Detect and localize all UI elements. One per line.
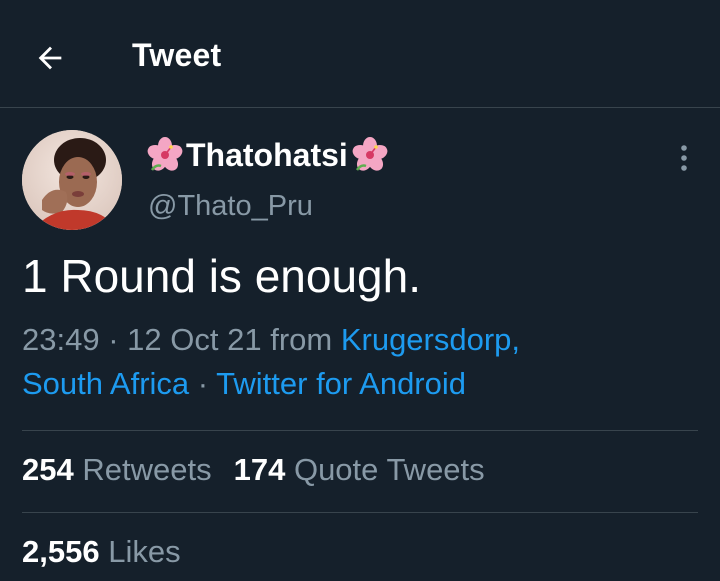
location-link-line2[interactable]: South Africa [22, 366, 189, 401]
author-name-row[interactable]: Thatohatsi [146, 136, 389, 174]
source-link[interactable]: Twitter for Android [216, 366, 466, 401]
page-title: Tweet [132, 37, 222, 73]
arrow-left-icon [33, 41, 67, 80]
stats-row-retweets: 254 Retweets 174 Quote Tweets [22, 452, 485, 488]
stats-row-likes: 2,556 Likes [22, 534, 181, 570]
tweet-date[interactable]: 12 Oct 21 [127, 322, 261, 357]
location-link-line1[interactable]: Krugersdorp, [341, 322, 520, 357]
tweet-time[interactable]: 23:49 [22, 322, 100, 357]
tweet-text: 1 Round is enough. [22, 250, 421, 302]
tweet-meta: 23:49 · 12 Oct 21 from Krugersdorp, Sout… [22, 318, 702, 406]
likes-stat[interactable]: 2,556 Likes [22, 534, 181, 569]
separator: · [197, 366, 209, 401]
more-vertical-icon [679, 143, 689, 178]
divider [22, 430, 698, 431]
retweets-stat[interactable]: 254 Retweets [22, 452, 212, 487]
avatar[interactable] [22, 130, 122, 230]
divider [22, 512, 698, 513]
hibiscus-icon [146, 136, 184, 174]
author-handle[interactable]: @Thato_Pru [148, 190, 313, 223]
top-bar: Tweet [0, 0, 720, 108]
retweets-count: 254 [22, 452, 74, 487]
quote-tweets-stat[interactable]: 174 Quote Tweets [234, 452, 485, 487]
retweets-label: Retweets [82, 452, 212, 487]
author-name: Thatohatsi [186, 136, 348, 173]
likes-count: 2,556 [22, 534, 100, 569]
hibiscus-icon [351, 136, 389, 174]
back-button[interactable] [22, 32, 78, 88]
quotes-count: 174 [233, 452, 286, 487]
separator: · [108, 322, 119, 357]
quotes-label: Quote Tweets [293, 452, 485, 487]
likes-label: Likes [108, 534, 181, 569]
more-button[interactable] [664, 140, 704, 180]
from-label: from [270, 322, 333, 357]
